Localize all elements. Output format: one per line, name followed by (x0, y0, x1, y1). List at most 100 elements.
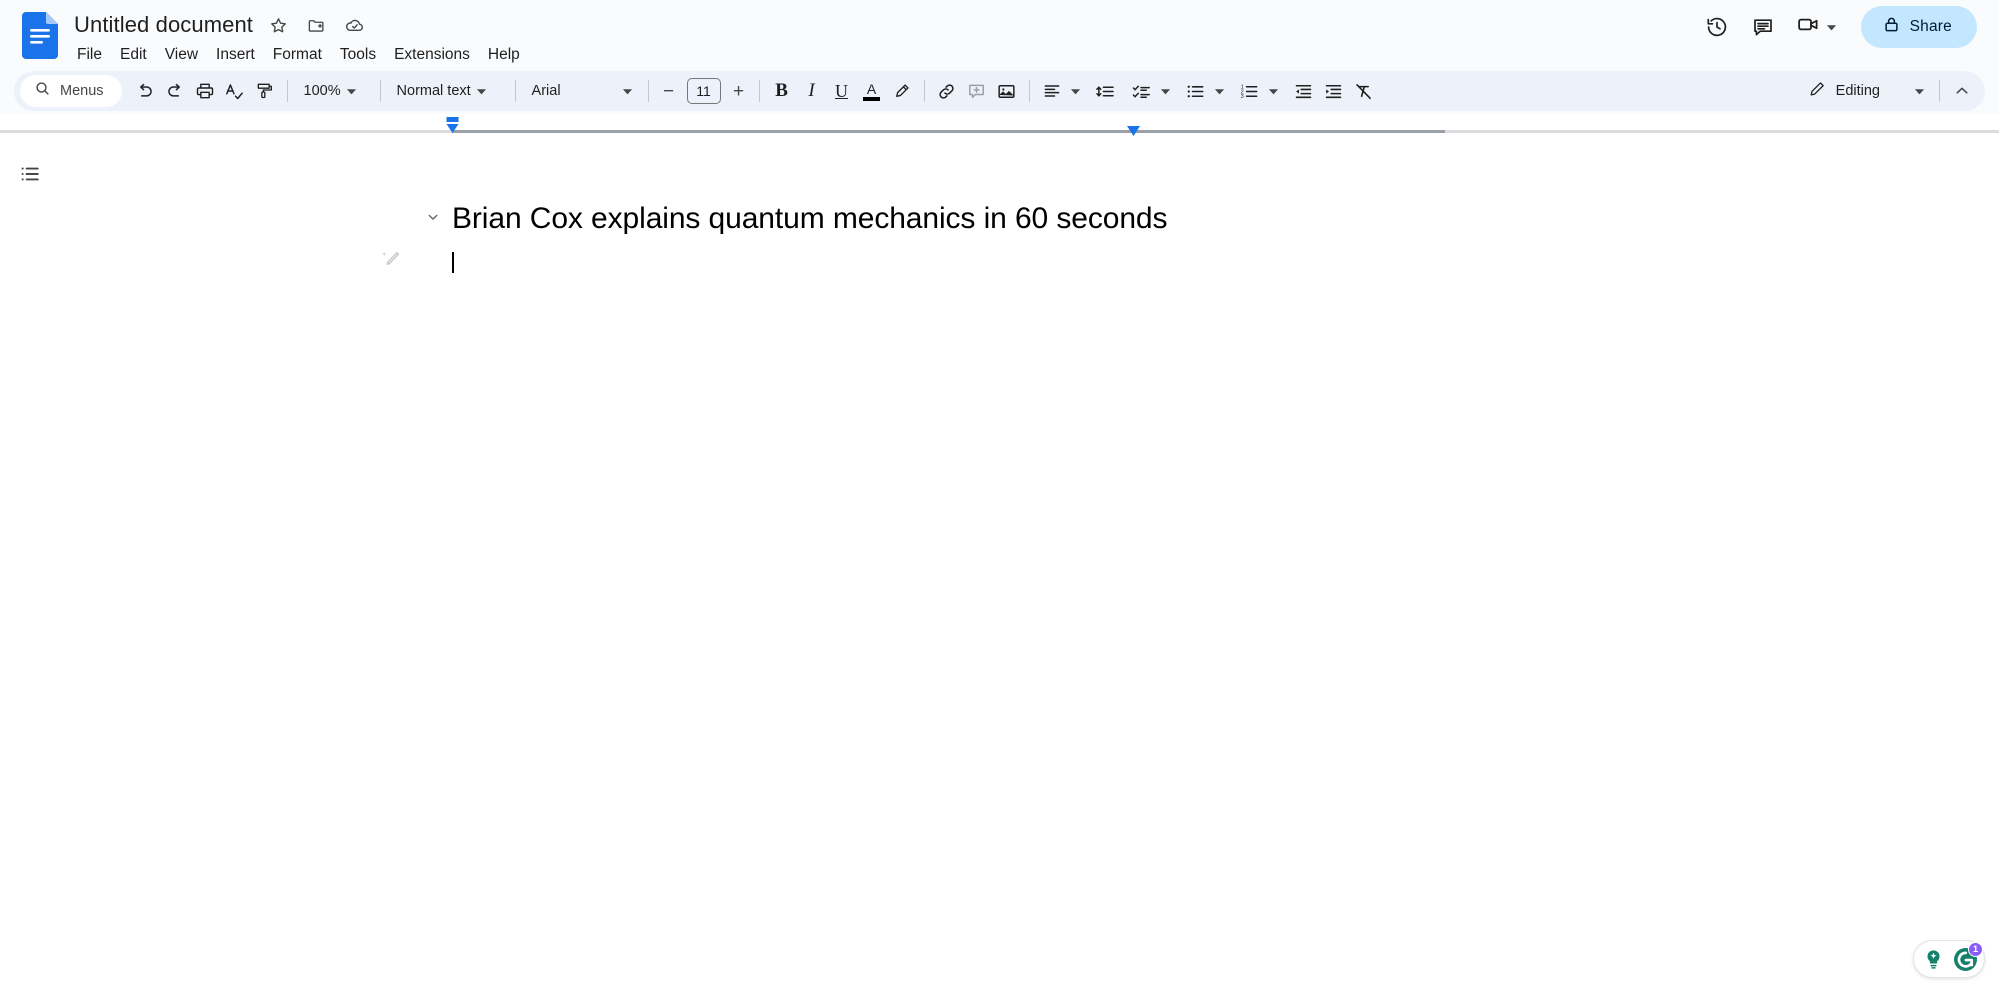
toolbar-container: Menus 100% Normal text Arial − 11 + B I … (0, 68, 1999, 114)
align-dropdown-chevron-down-icon[interactable] (1067, 82, 1085, 100)
cloud-saved-icon[interactable] (341, 12, 367, 38)
add-comment-button[interactable] (962, 76, 992, 106)
share-button[interactable]: Share (1860, 6, 1977, 48)
google-docs-logo-icon[interactable] (22, 12, 58, 59)
bold-label: B (775, 80, 788, 101)
ruler (0, 114, 1999, 138)
toolbar-divider (758, 80, 760, 102)
app-header: Untitled document File Edit View Insert … (0, 0, 1999, 68)
meet-camera-button[interactable] (1788, 6, 1847, 48)
paragraph-style-dropdown[interactable]: Normal text (388, 76, 508, 106)
text-color-button[interactable]: A (857, 76, 887, 106)
toolbar-divider (286, 80, 288, 102)
comment-history-icon[interactable] (1742, 6, 1784, 48)
align-button[interactable] (1037, 76, 1067, 106)
toolbar-divider (1939, 80, 1940, 102)
hide-menus-button[interactable] (1947, 76, 1977, 106)
highlight-color-button[interactable] (887, 76, 917, 106)
underline-label: U (835, 80, 849, 101)
menu-item-file[interactable]: File (68, 43, 111, 67)
text-color-swatch (863, 96, 881, 101)
redo-button[interactable] (160, 76, 190, 106)
menu-item-tools[interactable]: Tools (331, 43, 385, 67)
text-cursor (452, 251, 454, 273)
line-spacing-button[interactable] (1091, 76, 1121, 106)
mode-group: Editing (1796, 75, 1977, 107)
menu-item-insert[interactable]: Insert (207, 43, 264, 67)
menu-item-view[interactable]: View (156, 43, 207, 67)
star-icon[interactable] (265, 12, 291, 38)
numbered-list-dropdown-chevron-down-icon[interactable] (1265, 82, 1283, 100)
document-heading-row: Brian Cox explains quantum mechanics in … (428, 201, 1168, 236)
font-value: Arial (531, 83, 561, 99)
right-indent-marker[interactable] (1126, 123, 1141, 136)
main-toolbar: Menus 100% Normal text Arial − 11 + B I … (14, 71, 1985, 111)
meet-camera-icon (1796, 12, 1821, 42)
underline-button[interactable]: U (827, 76, 857, 106)
italic-label: I (808, 80, 815, 101)
print-button[interactable] (190, 76, 220, 106)
page-title[interactable]: Untitled document (74, 12, 253, 38)
show-document-outline-button[interactable] (14, 158, 46, 190)
share-button-label: Share (1909, 18, 1952, 35)
checklist-dropdown-chevron-down-icon[interactable] (1157, 82, 1175, 100)
chevron-down-icon (343, 82, 361, 100)
chevron-down-icon (1823, 18, 1841, 36)
menu-item-extensions[interactable]: Extensions (385, 43, 479, 67)
menu-item-format[interactable]: Format (264, 43, 331, 67)
insert-link-button[interactable] (932, 76, 962, 106)
title-and-menus: Untitled document File Edit View Insert … (74, 8, 529, 68)
lightbulb-sparkle-icon[interactable] (1919, 945, 1947, 973)
document-body: Brian Cox explains quantum mechanics in … (0, 138, 1999, 992)
toolbar-divider (379, 80, 381, 102)
toolbar-divider (923, 80, 925, 102)
decrease-font-size-button[interactable]: − (656, 78, 682, 104)
editing-mode-button[interactable]: Editing (1796, 75, 1932, 107)
numbered-list-button[interactable]: 1 2 3 (1235, 76, 1265, 106)
zoom-value: 100% (303, 83, 341, 99)
search-menus-button[interactable]: Menus (20, 75, 122, 107)
version-history-icon[interactable] (1696, 6, 1738, 48)
document-body-line[interactable] (452, 251, 454, 273)
svg-text:3: 3 (1241, 94, 1244, 100)
menu-item-edit[interactable]: Edit (111, 43, 156, 67)
font-dropdown[interactable]: Arial (523, 76, 641, 106)
checklist-button[interactable] (1127, 76, 1157, 106)
bulleted-list-dropdown-chevron-down-icon[interactable] (1211, 82, 1229, 100)
move-to-folder-icon[interactable] (303, 12, 329, 38)
grammarly-widget[interactable]: 1 (1913, 940, 1985, 978)
zoom-dropdown[interactable]: 100% (295, 76, 373, 106)
chevron-down-icon (619, 82, 637, 100)
toolbar-divider (647, 80, 649, 102)
font-size-input[interactable]: 11 (686, 78, 721, 104)
increase-font-size-button[interactable]: + (726, 78, 752, 104)
paragraph-style-value: Normal text (396, 83, 471, 99)
undo-button[interactable] (130, 76, 160, 106)
insert-image-button[interactable] (992, 76, 1022, 106)
chevron-down-icon (473, 82, 491, 100)
menu-item-help[interactable]: Help (479, 43, 529, 67)
spellcheck-button[interactable] (220, 76, 250, 106)
lock-icon (1882, 15, 1901, 39)
bold-button[interactable]: B (767, 76, 797, 106)
toolbar-divider (514, 80, 516, 102)
magic-pen-icon[interactable] (380, 248, 402, 270)
increase-indent-button[interactable] (1319, 76, 1349, 106)
grammarly-badge-count: 1 (1968, 942, 1983, 957)
paint-format-button[interactable] (250, 76, 280, 106)
collapse-heading-chevron-down-icon[interactable] (426, 210, 440, 224)
grammarly-logo-icon[interactable]: 1 (1951, 942, 1983, 973)
text-color-label: A (866, 80, 877, 97)
document-heading[interactable]: Brian Cox explains quantum mechanics in … (452, 201, 1168, 236)
clear-formatting-button[interactable] (1349, 76, 1379, 106)
search-menus-label: Menus (60, 83, 104, 99)
italic-button[interactable]: I (797, 76, 827, 106)
pencil-icon (1808, 80, 1826, 103)
decrease-indent-button[interactable] (1289, 76, 1319, 106)
editing-mode-label: Editing (1835, 83, 1880, 99)
header-actions: Share (1696, 6, 1977, 48)
title-row: Untitled document (74, 10, 529, 40)
bulleted-list-button[interactable] (1181, 76, 1211, 106)
left-indent-marker[interactable] (445, 117, 460, 133)
ruler-active-track (452, 130, 1445, 133)
